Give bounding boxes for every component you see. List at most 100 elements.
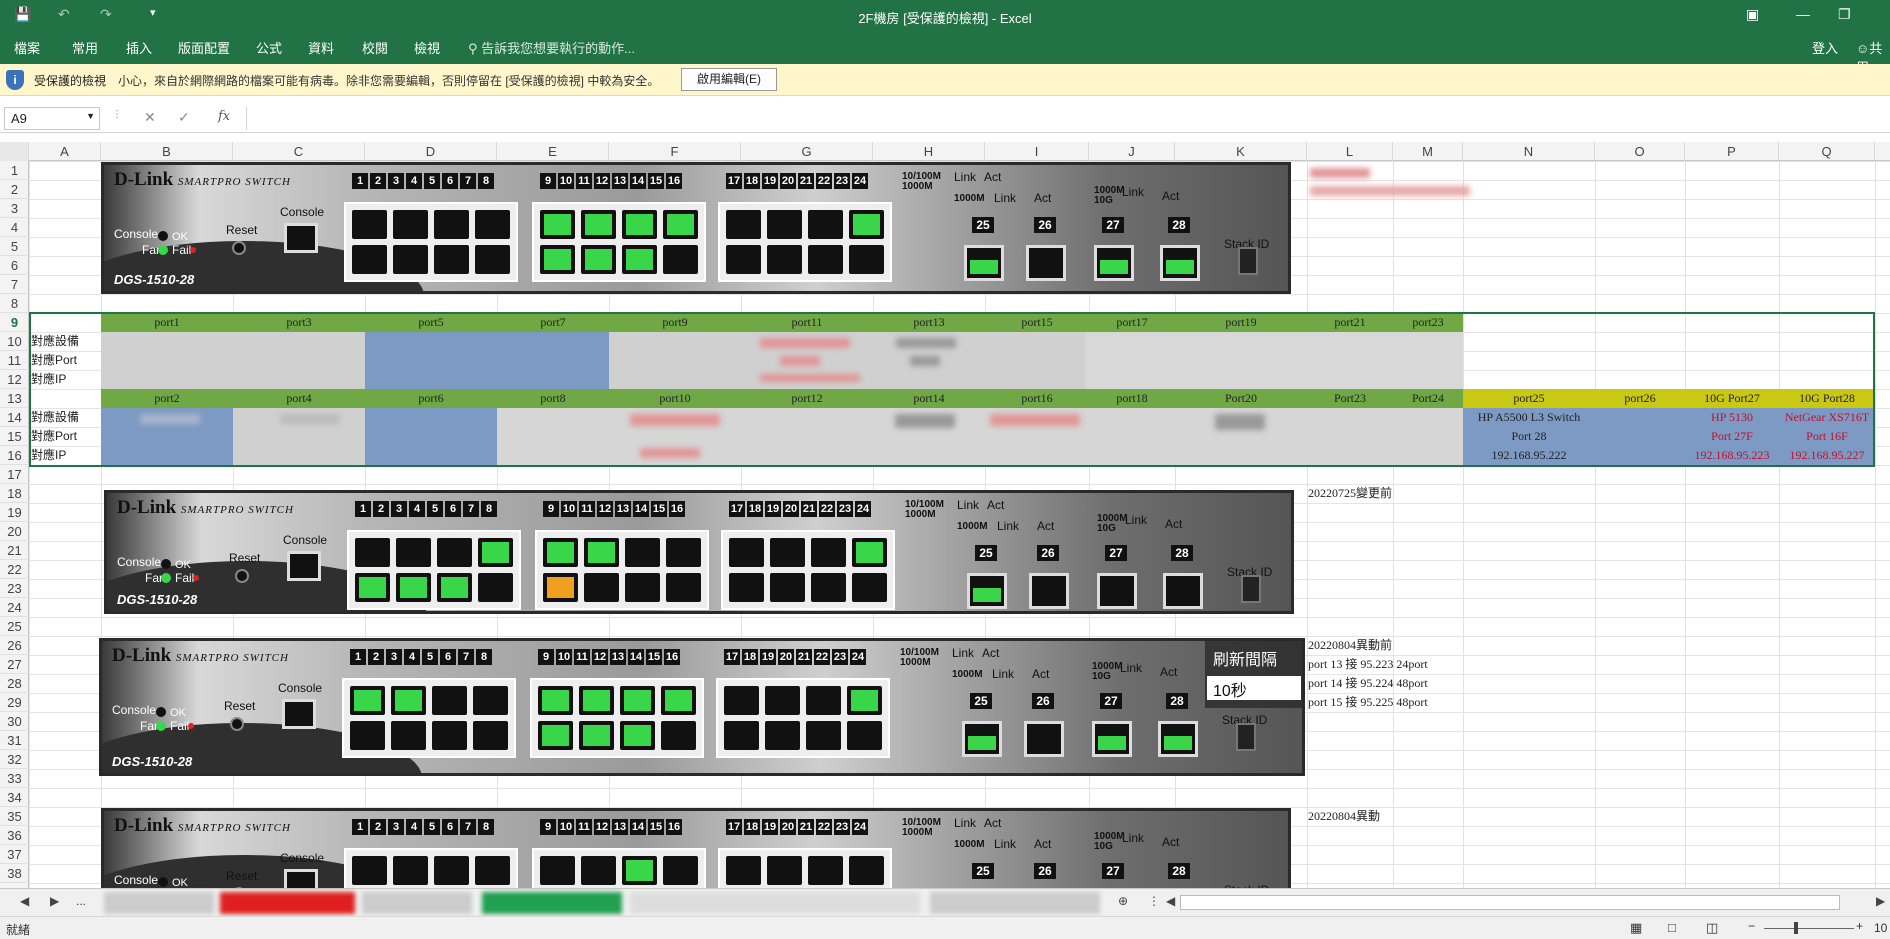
col-header-h[interactable]: H (873, 142, 985, 161)
tab-formulas[interactable]: 公式 (252, 36, 286, 59)
splitter-icon[interactable]: ⋮ (1148, 894, 1160, 908)
row-header[interactable]: 9 (0, 313, 29, 332)
normal-view-icon[interactable]: ▦ (1630, 920, 1642, 936)
row-header[interactable]: 37 (0, 845, 29, 864)
tab-view[interactable]: 檢視 (410, 36, 444, 59)
row-header[interactable]: 5 (0, 237, 29, 256)
sheet-tab[interactable] (220, 892, 355, 914)
more-sheets-icon[interactable]: ... (76, 894, 86, 908)
row-header[interactable]: 22 (0, 560, 29, 579)
next-sheet-icon[interactable]: ▶ (50, 894, 59, 908)
col-header-q[interactable]: Q (1779, 142, 1875, 161)
enable-editing-button[interactable]: 啟用編輯(E) (681, 68, 777, 91)
row-header[interactable]: 7 (0, 275, 29, 294)
sheet-tab[interactable] (930, 892, 1100, 914)
tab-insert[interactable]: 插入 (122, 36, 156, 59)
ribbon-display-icon[interactable]: ▣ (1746, 6, 1759, 23)
tell-me-box[interactable]: ⚲ 告訴我您想要執行的動作... (464, 36, 639, 59)
tab-page-layout[interactable]: 版面配置 (174, 36, 234, 59)
col-header-l[interactable]: L (1307, 142, 1393, 161)
row-header[interactable]: 1 (0, 161, 29, 180)
row-header[interactable]: 36 (0, 826, 29, 845)
row-header[interactable]: 27 (0, 655, 29, 674)
refresh-interval-value[interactable]: 10秒 (1207, 676, 1301, 700)
row-header[interactable]: 13 (0, 389, 29, 408)
zoom-level[interactable]: 10 (1874, 921, 1887, 935)
row-header[interactable]: 24 (0, 598, 29, 617)
row-header[interactable]: 23 (0, 579, 29, 598)
row-header[interactable]: 30 (0, 712, 29, 731)
row-header[interactable]: 15 (0, 427, 29, 446)
formula-input[interactable] (246, 107, 1886, 130)
col-header-m[interactable]: M (1393, 142, 1463, 161)
col-header-i[interactable]: I (985, 142, 1089, 161)
zoom-slider-thumb[interactable] (1794, 922, 1798, 934)
sheet-tab[interactable] (104, 892, 214, 914)
row-header[interactable]: 17 (0, 465, 29, 484)
row-header[interactable]: 29 (0, 693, 29, 712)
add-sheet-icon[interactable]: ⊕ (1118, 894, 1128, 908)
row-header[interactable]: 3 (0, 199, 29, 218)
row-header[interactable]: 14 (0, 408, 29, 427)
chevron-down-icon[interactable]: ▼ (86, 111, 95, 121)
prev-sheet-icon[interactable]: ◀ (20, 894, 29, 908)
note-n28[interactable]: port 14 接 95.224 48port (1308, 674, 1428, 693)
note-n18[interactable]: 20220725變更前 (1308, 484, 1392, 503)
row-header[interactable]: 31 (0, 731, 29, 750)
zoom-out-icon[interactable]: − (1748, 919, 1755, 933)
col-header-k[interactable]: K (1175, 142, 1307, 161)
row-header[interactable]: 6 (0, 256, 29, 275)
note-n27[interactable]: port 13 接 95.223 24port (1308, 655, 1428, 674)
row-header[interactable]: 32 (0, 750, 29, 769)
row-header[interactable]: 4 (0, 218, 29, 237)
col-header-p[interactable]: P (1685, 142, 1779, 161)
row-header[interactable]: 33 (0, 769, 29, 788)
row-header[interactable]: 2 (0, 180, 29, 199)
col-header-j[interactable]: J (1089, 142, 1175, 161)
page-break-view-icon[interactable]: ◫ (1706, 920, 1718, 936)
row-header[interactable]: 16 (0, 446, 29, 465)
restore-icon[interactable]: ❐ (1838, 6, 1851, 23)
tab-data[interactable]: 資料 (304, 36, 338, 59)
sheet-tab[interactable] (362, 892, 472, 914)
signin-link[interactable]: 登入 (1808, 36, 1842, 59)
tab-home[interactable]: 常用 (68, 36, 102, 59)
note-n29[interactable]: port 15 接 95.225 48port (1308, 693, 1428, 712)
col-header-a[interactable]: A (29, 142, 101, 161)
note-n26[interactable]: 20220804異動前 (1308, 636, 1392, 655)
tab-review[interactable]: 校閱 (358, 36, 392, 59)
col-header-b[interactable]: B (101, 142, 233, 161)
row-header[interactable]: 10 (0, 332, 29, 351)
scroll-right-icon[interactable]: ▶ (1876, 894, 1885, 908)
zoom-slider[interactable] (1764, 928, 1854, 929)
note-n35[interactable]: 20220804異動 (1308, 807, 1380, 826)
sheet-tab[interactable] (630, 892, 920, 914)
row-header[interactable]: 11 (0, 351, 29, 370)
row-header[interactable]: 25 (0, 617, 29, 636)
row-header[interactable]: 18 (0, 484, 29, 503)
row-header[interactable]: 12 (0, 370, 29, 389)
col-header-d[interactable]: D (365, 142, 497, 161)
row-header[interactable]: 20 (0, 522, 29, 541)
row-header[interactable]: 21 (0, 541, 29, 560)
row-header[interactable]: 26 (0, 636, 29, 655)
zoom-in-icon[interactable]: + (1856, 919, 1863, 933)
row-header[interactable]: 38 (0, 864, 29, 883)
cancel-icon[interactable]: ✕ (144, 109, 156, 126)
insert-function-icon[interactable]: fx (218, 109, 230, 124)
row-header[interactable]: 8 (0, 294, 29, 313)
worksheet-grid[interactable]: A B C D E F G H I J K L M N O P Q 123456… (0, 142, 1890, 888)
col-header-g[interactable]: G (741, 142, 873, 161)
page-layout-view-icon[interactable]: □ (1668, 920, 1676, 935)
col-header-e[interactable]: E (497, 142, 609, 161)
horizontal-scrollbar[interactable] (1180, 895, 1840, 910)
scroll-left-icon[interactable]: ◀ (1166, 894, 1175, 908)
col-header-f[interactable]: F (609, 142, 741, 161)
tab-file[interactable]: 檔案 (10, 36, 44, 59)
col-header-c[interactable]: C (233, 142, 365, 161)
sheet-tab[interactable] (482, 892, 622, 914)
enter-icon[interactable]: ✓ (178, 109, 190, 126)
row-header[interactable]: 34 (0, 788, 29, 807)
row-header[interactable]: 28 (0, 674, 29, 693)
col-header-n[interactable]: N (1463, 142, 1595, 161)
